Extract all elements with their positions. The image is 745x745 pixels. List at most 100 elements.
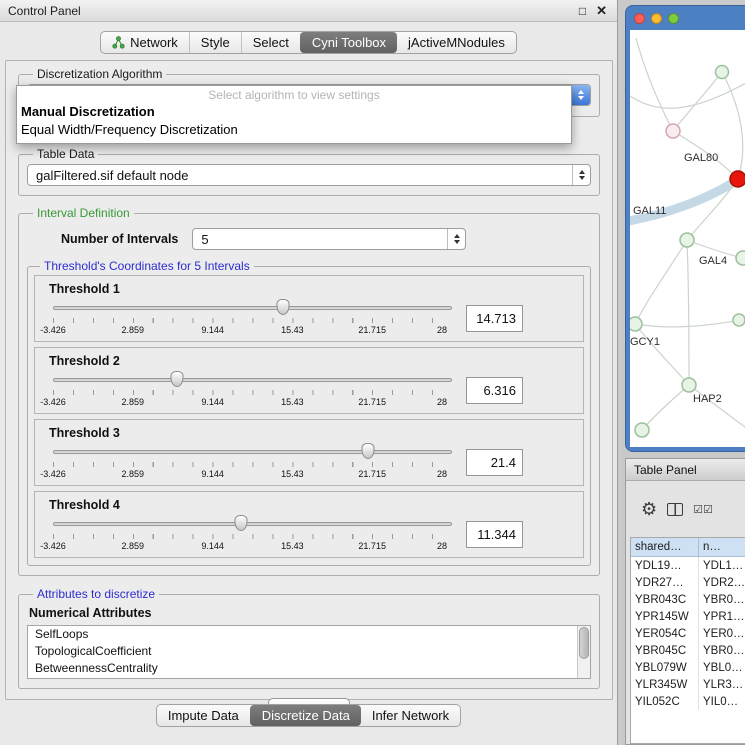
threshold-4-slider[interactable]: -3.426 2.859 9.144 15.43 21.715 28: [53, 514, 452, 554]
network-node[interactable]: [733, 314, 745, 326]
close-traffic-icon[interactable]: [634, 13, 645, 24]
minimize-traffic-icon[interactable]: [651, 13, 662, 24]
thresholds-coordinates-group-title: Threshold's Coordinates for 5 Intervals: [40, 259, 254, 273]
column-header-name[interactable]: n…: [699, 538, 745, 557]
zoom-traffic-icon[interactable]: [668, 13, 679, 24]
network-node[interactable]: [666, 124, 680, 138]
table-data-combobox[interactable]: galFiltered.sif default node: [27, 164, 591, 186]
node-label-gal80: GAL80: [684, 152, 718, 164]
network-canvas[interactable]: GAL80 GAL11 GAL4 GCY1 HAP2: [630, 30, 745, 447]
float-window-icon[interactable]: □: [579, 4, 586, 18]
slider-track[interactable]: [53, 522, 452, 526]
dropdown-option-manual-discretization[interactable]: Manual Discretization: [17, 103, 571, 121]
gear-icon[interactable]: ⚙: [641, 500, 657, 518]
control-panel-titlebar: Control Panel □ ✕: [0, 0, 617, 22]
scale-label: 15.43: [281, 397, 304, 407]
table-row[interactable]: YPR145WYPR1…: [631, 608, 745, 625]
slider-thumb[interactable]: [234, 515, 247, 531]
threshold-2-label: Threshold 2: [49, 354, 523, 368]
combobox-stepper-icon[interactable]: [572, 165, 590, 185]
slider-thumb[interactable]: [277, 299, 290, 315]
table-row[interactable]: YDL19…YDL1…: [631, 557, 745, 574]
network-edge: [636, 38, 673, 131]
network-node[interactable]: [635, 423, 649, 437]
table-row[interactable]: YDR27…YDR2…: [631, 574, 745, 591]
tab-discretize-label: Discretize Data: [262, 708, 350, 723]
slider-thumb[interactable]: [362, 443, 375, 459]
slider-scale: -3.426 2.859 9.144 15.43 21.715 28: [53, 397, 452, 408]
slider-track[interactable]: [53, 378, 452, 382]
threshold-3-slider[interactable]: -3.426 2.859 9.144 15.43 21.715 28: [53, 442, 452, 482]
algorithm-dropdown-list: Select algorithm to view settings Manual…: [16, 85, 572, 144]
combobox-stepper-icon[interactable]: [447, 229, 465, 249]
table-cell: YBL079W: [631, 659, 699, 676]
close-icon[interactable]: ✕: [596, 3, 607, 19]
dropdown-hint-item[interactable]: Select algorithm to view settings: [17, 86, 571, 103]
table-row[interactable]: YBL079WYBL0…: [631, 659, 745, 676]
columns-icon[interactable]: [667, 503, 683, 516]
tab-select[interactable]: Select: [241, 32, 300, 53]
network-edge: [635, 240, 687, 324]
table-row[interactable]: YBR045CYBR0…: [631, 642, 745, 659]
tab-discretize-data[interactable]: Discretize Data: [250, 705, 361, 726]
network-edge: [722, 72, 743, 179]
threshold-panel-2: Threshold 2 -3.426 2.859 9.144 1: [34, 347, 584, 414]
table-cell: YBR0…: [699, 591, 745, 608]
threshold-1-slider[interactable]: -3.426 2.859 9.144 15.43 21.715 28: [53, 298, 452, 338]
table-cell: YIL052C: [631, 693, 699, 710]
list-item[interactable]: BetweennessCentrality: [28, 660, 577, 677]
number-of-intervals-row: Number of Intervals 5: [61, 228, 591, 250]
up-arrow-icon: [578, 90, 584, 94]
network-node[interactable]: [736, 251, 745, 265]
network-node[interactable]: [680, 233, 694, 247]
network-node[interactable]: [682, 378, 696, 392]
number-of-intervals-combobox[interactable]: 5: [192, 228, 466, 250]
thresholds-coordinates-group: Threshold's Coordinates for 5 Intervals …: [27, 259, 591, 566]
tab-cyni-toolbox[interactable]: Cyni Toolbox: [300, 32, 397, 53]
list-item[interactable]: SelfLoops: [28, 626, 577, 643]
scale-label: 28: [437, 541, 447, 551]
table-row[interactable]: YBR043CYBR0…: [631, 591, 745, 608]
table-row[interactable]: YIL052CYIL0…: [631, 693, 745, 710]
tab-jactive-label: jActiveMNodules: [408, 35, 505, 50]
up-arrow-icon: [454, 234, 460, 238]
scale-label: -3.426: [40, 325, 66, 335]
tab-jactivemodules[interactable]: jActiveMNodules: [397, 32, 516, 53]
tab-infer-network[interactable]: Infer Network: [361, 705, 460, 726]
threshold-2-slider[interactable]: -3.426 2.859 9.144 15.43 21.715 28: [53, 370, 452, 410]
vertical-scrollbar[interactable]: [577, 626, 590, 678]
table-row[interactable]: YLR345WYLR3…: [631, 676, 745, 693]
scale-label: 21.715: [358, 469, 386, 479]
network-node-highlighted[interactable]: [730, 171, 745, 187]
list-item[interactable]: TopologicalCoefficient: [28, 643, 577, 660]
node-label-gcy1: GCY1: [630, 336, 660, 348]
combobox-stepper-icon[interactable]: [572, 85, 590, 105]
down-arrow-icon: [578, 96, 584, 100]
threshold-1-value-field[interactable]: 14.713: [466, 305, 523, 332]
threshold-2-value-field[interactable]: 6.316: [466, 377, 523, 404]
slider-thumb[interactable]: [170, 371, 183, 387]
scale-label: 9.144: [201, 541, 224, 551]
tab-impute-data[interactable]: Impute Data: [157, 705, 250, 726]
table-cell: YLR345W: [631, 676, 699, 693]
tab-infer-label: Infer Network: [372, 708, 449, 723]
scale-label: -3.426: [40, 397, 66, 407]
select-columns-checkbox-icons[interactable]: ☑☑: [693, 503, 713, 516]
node-label-gal11: GAL11: [633, 205, 666, 217]
network-node[interactable]: [630, 317, 642, 331]
threshold-3-value-field[interactable]: 21.4: [466, 449, 523, 476]
network-node[interactable]: [716, 66, 729, 79]
slider-track[interactable]: [53, 306, 452, 310]
tab-network[interactable]: Network: [101, 32, 189, 53]
column-header-shared-name[interactable]: shared…: [631, 538, 699, 557]
dropdown-option-equal-width-frequency[interactable]: Equal Width/Frequency Discretization: [17, 121, 571, 139]
table-cell: YPR1…: [699, 608, 745, 625]
scrollbar-thumb[interactable]: [579, 627, 589, 659]
network-edge: [673, 72, 722, 131]
tab-style[interactable]: Style: [189, 32, 241, 53]
network-edge: [635, 324, 689, 385]
slider-track[interactable]: [53, 450, 452, 454]
table-row[interactable]: YER054CYER0…: [631, 625, 745, 642]
scale-label: -3.426: [40, 469, 66, 479]
threshold-4-value-field[interactable]: 11.344: [466, 521, 523, 548]
